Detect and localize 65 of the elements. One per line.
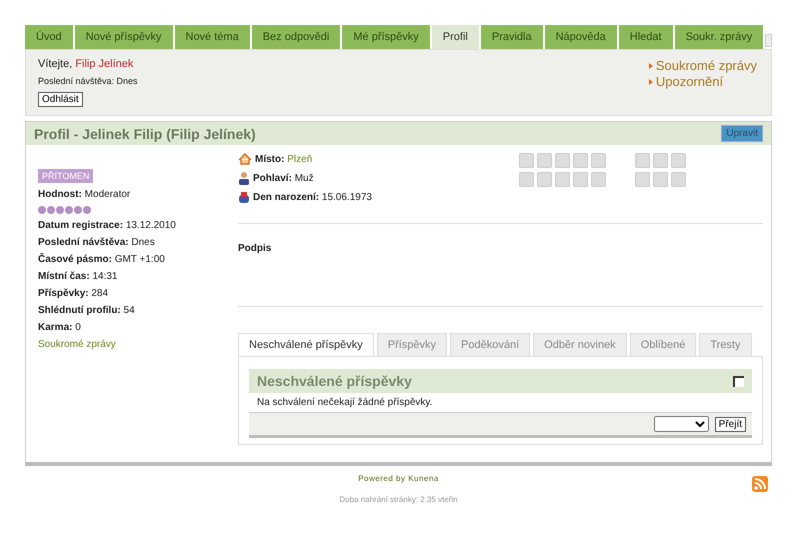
- menu-tab[interactable]: Nové příspěvky: [74, 25, 172, 49]
- social-icon[interactable]: [519, 172, 534, 187]
- social-icon[interactable]: [519, 153, 534, 168]
- social-icon[interactable]: [591, 153, 606, 168]
- stat-text: Datum registrace: 13.12.2010: [38, 220, 177, 231]
- person-icon: [238, 171, 250, 185]
- profile-tab[interactable]: Tresty: [699, 333, 752, 356]
- detail-text: Místo: Plzeň: [255, 154, 312, 164]
- stat-text: Časové pásmo: GMT +1:00: [38, 254, 166, 265]
- social-icon[interactable]: [653, 153, 668, 168]
- social-icon[interactable]: [671, 172, 686, 187]
- profile-title: Profil - Jelinek Filip (Filip Jelínek): [34, 126, 256, 142]
- go-button[interactable]: Přejít: [714, 416, 746, 432]
- social-icon[interactable]: [653, 172, 668, 187]
- house-icon: [238, 153, 252, 165]
- load-time-text: Doba nahrání stránky: 2.35 vteřin: [339, 495, 458, 504]
- rank-text: Hodnost: Moderator: [38, 189, 132, 200]
- private-messages-link[interactable]: Soukromé zprávy: [38, 339, 238, 350]
- signature-label: Podpis: [238, 243, 272, 254]
- stat-text: Poslední návštěva: Dnes: [38, 237, 156, 248]
- header-link[interactable]: Upozornění: [648, 74, 757, 90]
- detail-link[interactable]: Plzeň: [287, 154, 312, 164]
- social-icon[interactable]: [573, 172, 588, 187]
- profile-tab[interactable]: Příspěvky: [376, 333, 448, 356]
- menu-tab[interactable]: Mé příspěvky: [342, 25, 430, 49]
- social-icon[interactable]: [537, 153, 552, 168]
- menu-tab[interactable]: Hledat: [618, 25, 673, 49]
- header-link[interactable]: Soukromé zprávy: [648, 58, 757, 74]
- menu-tab[interactable]: Pravidla: [480, 25, 543, 49]
- select-all-checkbox[interactable]: [733, 376, 744, 386]
- powered-by-text: Powered by Kunena: [358, 474, 439, 483]
- stat-text: Příspěvky: 284: [38, 288, 110, 299]
- logout-button[interactable]: Odhlásit: [38, 92, 83, 107]
- social-icon[interactable]: [537, 172, 552, 187]
- last-visit-text: Poslední návštěva: Dnes: [38, 76, 138, 86]
- menu-tab[interactable]: Bez odpovědi: [252, 25, 340, 49]
- profile-tab[interactable]: Odběr novinek: [533, 333, 627, 356]
- profile-tab[interactable]: Oblíbené: [630, 333, 696, 356]
- social-icon[interactable]: [555, 153, 570, 168]
- social-icon[interactable]: [635, 153, 650, 168]
- rss-icon[interactable]: [752, 476, 768, 492]
- menu-tab[interactable]: Nápověda: [544, 25, 617, 49]
- welcome-text: Vítejte, Filip Jelínek: [38, 58, 134, 70]
- collapse-toggle[interactable]: [765, 34, 772, 47]
- stat-text: Místní čas: 14:31: [38, 271, 118, 282]
- menu-tab[interactable]: Úvod: [25, 25, 73, 49]
- profile-tab[interactable]: Poděkování: [450, 333, 530, 356]
- social-icon[interactable]: [573, 153, 588, 168]
- social-icon[interactable]: [591, 172, 606, 187]
- profile-tab[interactable]: Neschválené příspěvky: [238, 333, 374, 356]
- status-badge: PŘÍTOMEN: [38, 169, 94, 183]
- edit-button[interactable]: Upravit: [721, 125, 763, 142]
- detail-text: Pohlaví: Muž: [253, 172, 314, 184]
- social-icon[interactable]: [635, 172, 650, 187]
- stat-text: Shlédnutí profilu: 54: [38, 305, 136, 316]
- social-icon[interactable]: [671, 153, 686, 168]
- cake-icon: [238, 191, 250, 204]
- action-select[interactable]: [654, 416, 709, 432]
- menu-tab[interactable]: Nové téma: [174, 25, 250, 49]
- stat-text: Karma: 0: [38, 322, 82, 333]
- menu-tab[interactable]: Profil: [432, 25, 479, 49]
- panel-title: Neschválené příspěvky: [257, 373, 412, 389]
- menu-tab[interactable]: Soukr. zprávy: [674, 25, 764, 49]
- social-icon[interactable]: [555, 172, 570, 187]
- detail-text: Den narození: 15.06.1973: [253, 192, 372, 203]
